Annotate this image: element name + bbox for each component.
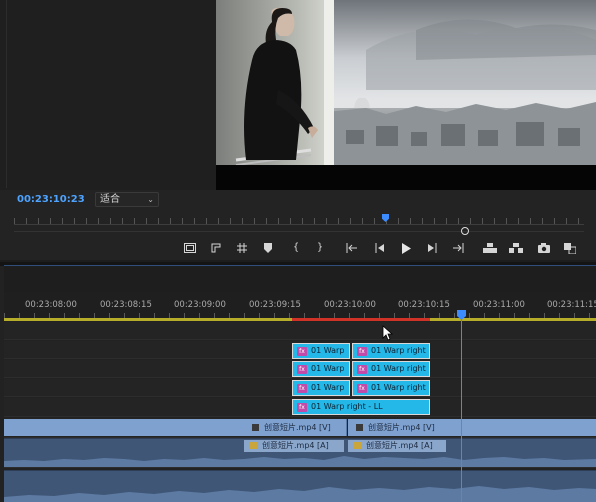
clip-name: 01 Warp bbox=[311, 364, 345, 373]
clip-name: 01 Warp right bbox=[371, 346, 426, 355]
ruler-timecode: 00:23:08:00 bbox=[25, 300, 77, 310]
program-monitor: 00:23:10:23 适合 ⌄ { } bbox=[0, 0, 596, 260]
safe-margins-icon[interactable] bbox=[182, 240, 198, 256]
video-frame-image bbox=[216, 0, 596, 190]
video-track-v8[interactable] bbox=[4, 322, 596, 340]
ruler-timecode: 00:23:09:00 bbox=[174, 300, 226, 310]
video-preview[interactable] bbox=[216, 0, 596, 190]
go-to-out-icon[interactable] bbox=[450, 240, 466, 256]
mark-in-icon[interactable]: { bbox=[288, 240, 304, 256]
mark-out-icon[interactable]: } bbox=[312, 240, 328, 256]
chevron-down-icon: ⌄ bbox=[147, 195, 154, 204]
fx-badge-icon: fx bbox=[297, 384, 307, 393]
audio-clip-icon bbox=[250, 442, 257, 449]
transport-controls: { } bbox=[178, 240, 588, 256]
monitor-zoom-handle[interactable] bbox=[461, 227, 469, 235]
adjustment-clip[interactable]: fx 01 Warp right bbox=[352, 380, 430, 396]
adjustment-clip[interactable]: fx 01 Warp bbox=[292, 343, 350, 359]
adjustment-clip[interactable]: fx 01 Warp right - LL bbox=[292, 399, 430, 415]
extract-icon[interactable] bbox=[508, 240, 524, 256]
ruler-timecode: 00:23:09:15 bbox=[249, 300, 301, 310]
audio-clip-waveform[interactable] bbox=[4, 471, 596, 502]
video-clip[interactable]: 创意短片.mp4 [V] bbox=[348, 419, 596, 436]
clip-name: 01 Warp bbox=[311, 346, 345, 355]
clip-name: 01 Warp bbox=[311, 383, 345, 392]
clip-name: 01 Warp right bbox=[371, 364, 426, 373]
lift-icon[interactable] bbox=[482, 240, 498, 256]
timeline-header bbox=[4, 266, 596, 292]
zoom-fit-value: 适合 bbox=[100, 194, 120, 205]
adjustment-clip[interactable]: fx 01 Warp bbox=[292, 380, 350, 396]
source-panel-area bbox=[0, 0, 216, 190]
clip-name: 01 Warp right - LL bbox=[311, 402, 383, 411]
mouse-cursor-icon bbox=[382, 325, 394, 341]
play-icon[interactable] bbox=[398, 240, 414, 256]
video-clip-icon bbox=[356, 424, 363, 431]
monitor-zoom-scrollbar[interactable] bbox=[14, 231, 584, 232]
compare-view-icon[interactable] bbox=[562, 240, 578, 256]
audio-clip-icon bbox=[354, 442, 361, 449]
video-clip[interactable]: 创意短片.mp4 [V] bbox=[4, 419, 347, 436]
audio-clip-label[interactable]: 创意短片.mp4 [A] bbox=[348, 440, 446, 452]
ruler-timecode: 00:23:08:15 bbox=[100, 300, 152, 310]
monitor-ruler-line bbox=[14, 224, 584, 225]
fx-badge-icon: fx bbox=[297, 365, 307, 374]
fx-badge-icon: fx bbox=[357, 365, 367, 374]
zoom-fit-select[interactable]: 适合 ⌄ bbox=[95, 192, 159, 207]
clip-name: 创意短片.mp4 [A] bbox=[366, 441, 433, 450]
step-back-icon[interactable] bbox=[372, 240, 388, 256]
audio-clip-label[interactable]: 创意短片.mp4 [A] bbox=[244, 440, 344, 452]
go-to-in-icon[interactable] bbox=[344, 240, 360, 256]
fx-badge-icon: fx bbox=[297, 403, 307, 412]
timeline-panel: 00:23:08:00 00:23:08:15 00:23:09:00 00:2… bbox=[0, 266, 596, 502]
adjustment-clip[interactable]: fx 01 Warp right bbox=[352, 361, 430, 377]
adjustment-clip[interactable]: fx 01 Warp bbox=[292, 361, 350, 377]
timeline-playhead-line[interactable] bbox=[461, 318, 462, 502]
video-clip-icon bbox=[252, 424, 259, 431]
fx-badge-icon: fx bbox=[357, 384, 367, 393]
step-forward-icon[interactable] bbox=[424, 240, 440, 256]
ruler-timecode: 00:23:11:00 bbox=[473, 300, 525, 310]
panel-divider bbox=[6, 0, 7, 188]
clip-name: 创意短片.mp4 [V] bbox=[264, 423, 331, 432]
clip-name: 创意短片.mp4 [V] bbox=[368, 423, 435, 432]
ruler-timecode: 00:23:10:00 bbox=[324, 300, 376, 310]
clip-name: 创意短片.mp4 [A] bbox=[262, 441, 329, 450]
adjustment-clip[interactable]: fx 01 Warp right bbox=[352, 343, 430, 359]
export-frame-icon[interactable] bbox=[536, 240, 552, 256]
clip-name: 01 Warp right bbox=[371, 383, 426, 392]
ruler-timecode: 00:23:11:15 bbox=[547, 300, 596, 310]
grid-icon[interactable] bbox=[234, 240, 250, 256]
insert-crop-icon[interactable] bbox=[208, 240, 224, 256]
fx-badge-icon: fx bbox=[297, 347, 307, 356]
render-status-bar bbox=[292, 318, 430, 321]
fx-badge-icon: fx bbox=[357, 347, 367, 356]
ruler-timecode: 00:23:10:15 bbox=[398, 300, 450, 310]
waveform bbox=[4, 486, 596, 502]
add-marker-icon[interactable] bbox=[260, 240, 276, 256]
playhead-timecode[interactable]: 00:23:10:23 bbox=[17, 194, 85, 205]
